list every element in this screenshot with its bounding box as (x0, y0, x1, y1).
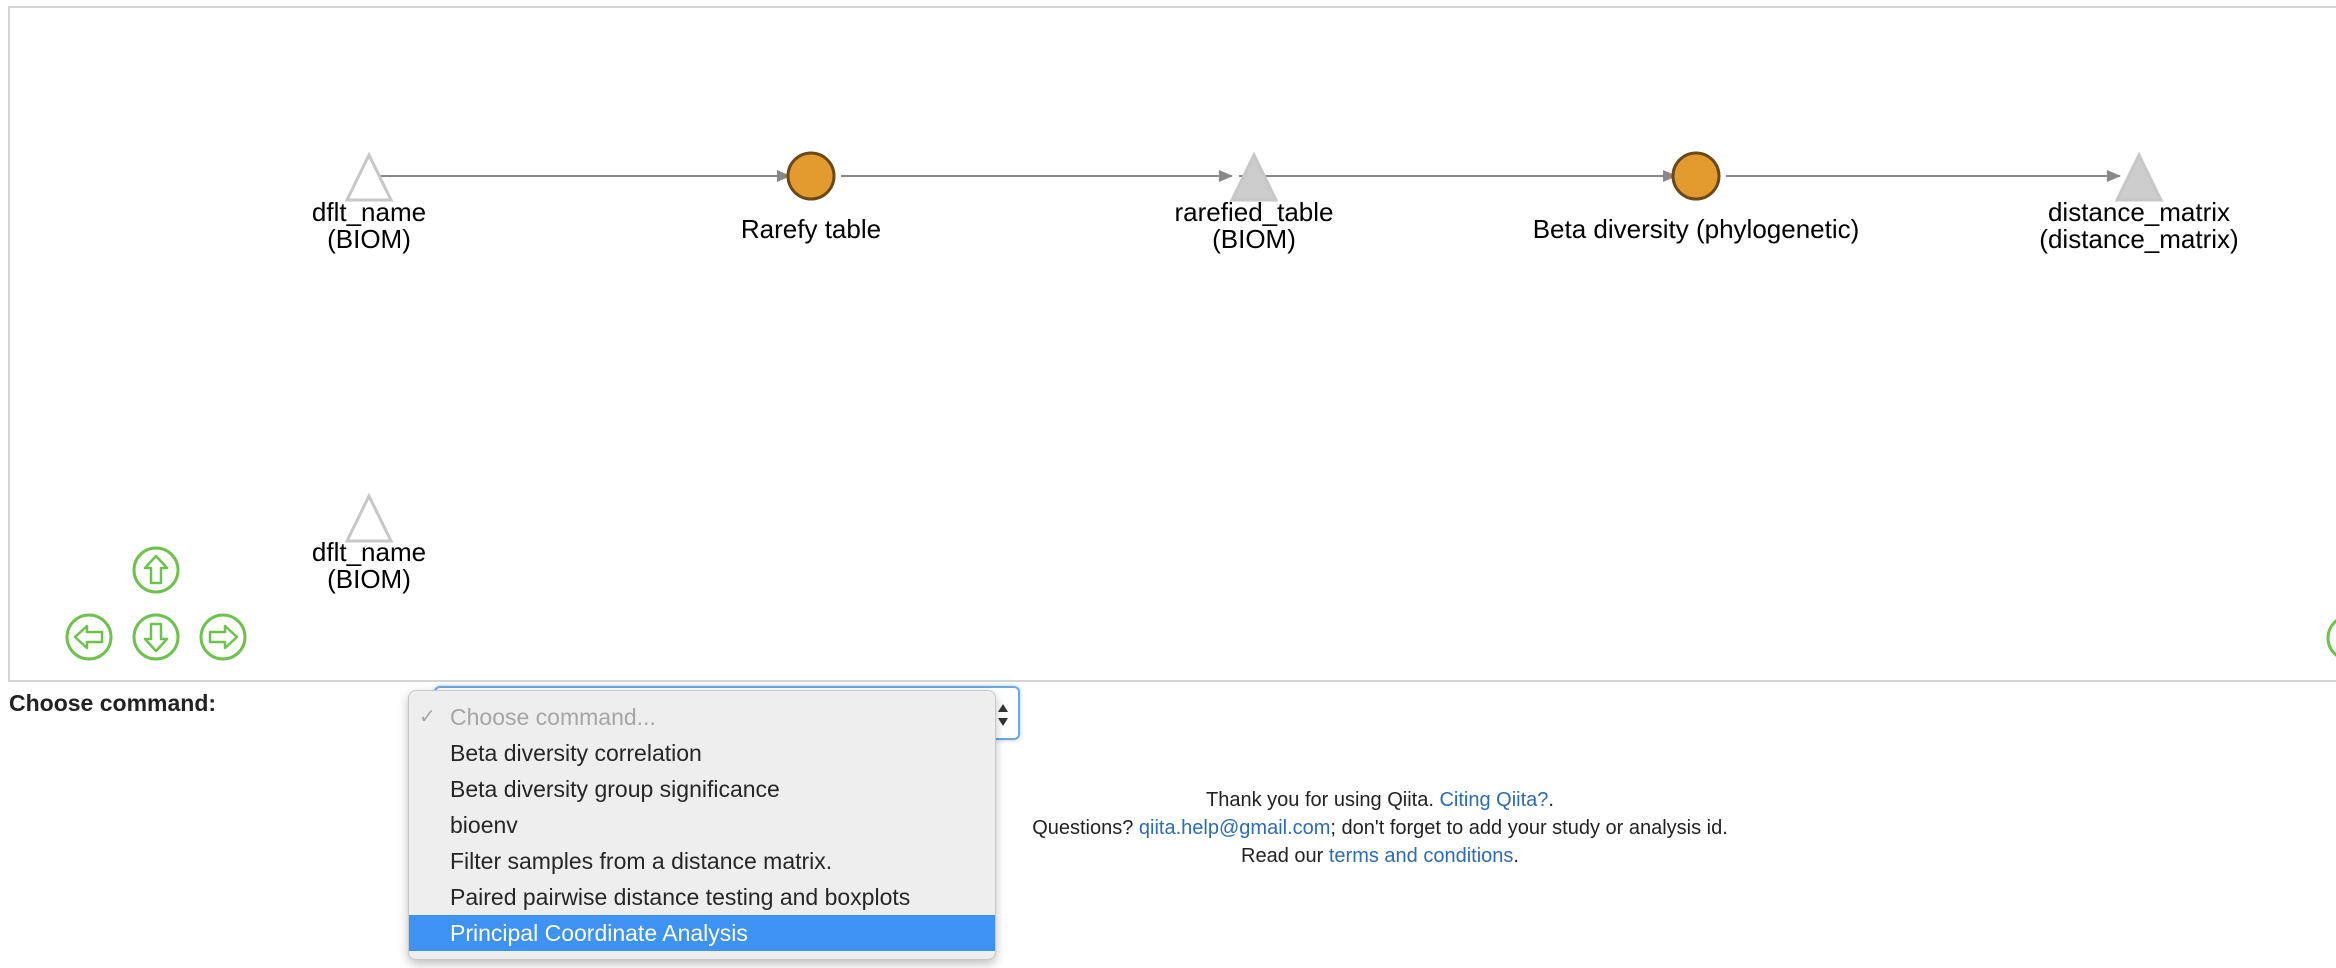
menu-item-paired-pairwise-distance[interactable]: Paired pairwise distance testing and box… (409, 879, 995, 915)
menu-item-label: Paired pairwise distance testing and box… (450, 884, 911, 910)
footer-period: . (1548, 789, 1554, 811)
node-label-line2: (BIOM) (327, 224, 411, 254)
network-node-rarefy-job[interactable]: Rarefy table (741, 151, 881, 244)
footer-thanks-text: Thank you for using Qiita. (1206, 789, 1434, 811)
citing-qiita-link[interactable]: Citing Qiita? (1439, 789, 1548, 811)
choose-command-label: Choose command: (9, 690, 217, 716)
footer-line-questions: Questions? qiita.help@gmail.com; don't f… (1020, 814, 1740, 842)
network-node-beta-diversity-job[interactable]: Beta diversity (phylogenetic) (1533, 151, 1860, 244)
menu-item-label: Filter samples from a distance matrix. (450, 848, 833, 874)
menu-item-label: bioenv (450, 812, 518, 838)
arrow-left-icon[interactable] (64, 612, 114, 662)
footer-read-text: Read our (1241, 845, 1324, 867)
arrow-up-icon[interactable] (131, 545, 181, 595)
footer-reminder-text: ; don't forget to add your study or anal… (1330, 817, 1728, 839)
menu-item-label: Beta diversity correlation (450, 740, 702, 766)
footer-line-thanks: Thank you for using Qiita. Citing Qiita?… (1020, 786, 1740, 814)
network-node-rarefied-artifact[interactable]: rarefied_table (BIOM) (1175, 151, 1334, 254)
network-node-distance-matrix-artifact[interactable]: distance_matrix (distance_matrix) (2039, 151, 2239, 254)
checkmark-icon: ✓ (419, 706, 436, 728)
node-label-line1: dflt_name (312, 537, 426, 567)
menu-item-label: Beta diversity group significance (450, 776, 780, 802)
footer-period: . (1513, 845, 1519, 867)
menu-item-label: Principal Coordinate Analysis (450, 920, 748, 946)
network-node-biom-artifact[interactable]: dflt_name (BIOM) (312, 151, 426, 254)
node-label-line1: dflt_name (312, 197, 426, 227)
page-footer: Thank you for using Qiita. Citing Qiita?… (1020, 786, 1740, 870)
node-label-line1: rarefied_table (1175, 197, 1334, 227)
node-label-line2: (BIOM) (1212, 224, 1296, 254)
node-label-line1: Beta diversity (phylogenetic) (1533, 214, 1860, 244)
processing-network-panel[interactable]: dflt_name (BIOM) Rarefy table rarefied_t… (8, 6, 2336, 682)
menu-item-bioenv[interactable]: bioenv (409, 807, 995, 843)
arrow-right-icon[interactable] (198, 612, 248, 662)
command-dropdown-menu[interactable]: ✓ Choose command... Beta diversity corre… (408, 690, 996, 960)
menu-item-beta-diversity-correlation[interactable]: Beta diversity correlation (409, 735, 995, 771)
node-label-line1: Rarefy table (741, 214, 881, 244)
menu-item-principal-coordinate-analysis[interactable]: Principal Coordinate Analysis (409, 915, 995, 951)
zoom-control-icon[interactable] (2326, 616, 2336, 660)
arrow-down-icon[interactable] (131, 612, 181, 662)
select-arrows-icon (998, 704, 1008, 726)
menu-item-placeholder[interactable]: ✓ Choose command... (409, 699, 995, 735)
node-label-line1: distance_matrix (2048, 197, 2230, 227)
network-graph: dflt_name (BIOM) Rarefy table rarefied_t… (312, 151, 2336, 660)
node-label-line2: (distance_matrix) (2039, 224, 2238, 254)
terms-link[interactable]: terms and conditions (1329, 845, 1514, 867)
network-node-biom-artifact-2[interactable]: dflt_name (BIOM) (312, 492, 426, 594)
node-label-line2: (BIOM) (327, 564, 411, 594)
menu-item-beta-diversity-group-significance[interactable]: Beta diversity group significance (409, 771, 995, 807)
menu-item-filter-samples[interactable]: Filter samples from a distance matrix. (409, 843, 995, 879)
help-email-link[interactable]: qiita.help@gmail.com (1139, 817, 1331, 839)
menu-item-label: Choose command... (450, 704, 656, 730)
footer-line-terms: Read our terms and conditions. (1020, 842, 1740, 870)
footer-questions-text: Questions? (1032, 817, 1134, 839)
